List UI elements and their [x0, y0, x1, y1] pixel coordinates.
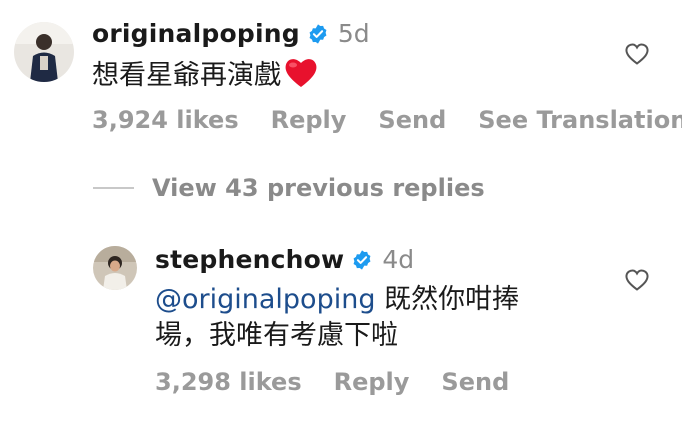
comment-age: 5d: [337, 19, 370, 48]
comment-send-button[interactable]: Send: [378, 106, 446, 134]
comment-reply-button[interactable]: Reply: [271, 106, 347, 134]
reply-age: 4d: [382, 245, 415, 274]
reply-likes-count[interactable]: 3,298 likes: [155, 368, 302, 396]
reply-text: @originalpoping 既然你咁捧 場，我唯有考慮下啦: [155, 282, 585, 354]
heart-outline-icon[interactable]: [624, 42, 650, 66]
verified-badge-icon: [307, 23, 329, 45]
reply-actions: 3,298 likes Reply Send: [155, 368, 541, 396]
red-heart-emoji: [283, 56, 319, 89]
verified-badge-icon: [351, 249, 373, 271]
reply-text-line-1: @originalpoping 既然你咁捧: [155, 282, 585, 318]
reply-username[interactable]: stephenchow: [155, 245, 344, 274]
reply-text-line-2: 場，我唯有考慮下啦: [155, 320, 398, 351]
comment-text: 想看星爺再演戲: [92, 56, 319, 94]
reply-text-line-1-rest: 既然你咁捧: [375, 284, 520, 315]
divider-dash: [93, 187, 134, 189]
reply-header: stephenchow 4d: [155, 245, 414, 274]
avatar-originalpoping[interactable]: [14, 22, 74, 82]
comment-likes-count[interactable]: 3,924 likes: [92, 106, 239, 134]
comment-text-content: 想看星爺再演戲: [92, 60, 281, 91]
reply-reply-button[interactable]: Reply: [334, 368, 410, 396]
heart-outline-icon[interactable]: [624, 268, 650, 292]
comment-actions: 3,924 likes Reply Send See Translation: [92, 106, 682, 134]
view-previous-replies-label[interactable]: View 43 previous replies: [152, 174, 485, 202]
mention-link[interactable]: @originalpoping: [155, 284, 375, 315]
reply-send-button[interactable]: Send: [441, 368, 509, 396]
view-previous-replies[interactable]: View 43 previous replies: [93, 174, 485, 202]
comment-username[interactable]: originalpoping: [92, 19, 300, 48]
comment-header: originalpoping 5d: [92, 19, 370, 48]
see-translation-button[interactable]: See Translation: [478, 106, 682, 134]
avatar-stephenchow[interactable]: [93, 246, 137, 290]
